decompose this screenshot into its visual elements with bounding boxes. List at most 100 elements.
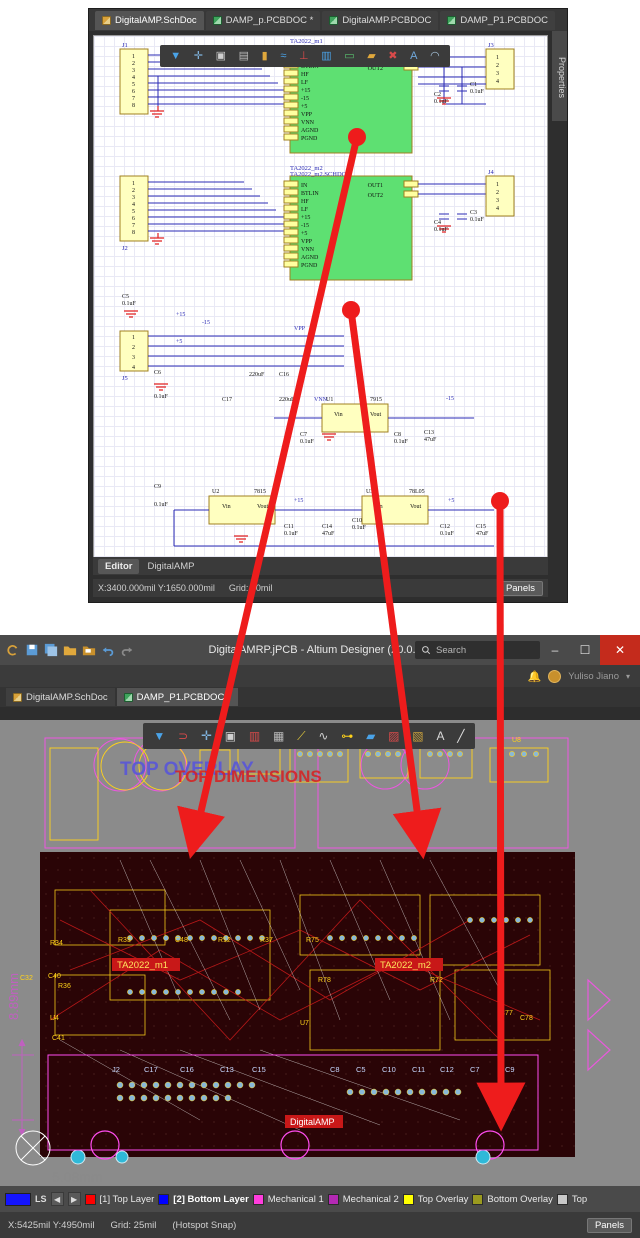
tab-damp-p1-pcbdoc[interactable]: DAMP_P1.PCBDOC: [440, 11, 555, 30]
magnet-snap-icon[interactable]: ⊃: [178, 729, 188, 743]
svg-text:5: 5: [132, 82, 135, 88]
tab-damp-p-pcbdoc[interactable]: DAMP_p.PCBDOC *: [206, 11, 321, 30]
schematic-doc-icon: [13, 693, 22, 702]
layer-tab-top-overlay[interactable]: Top Overlay: [403, 1194, 469, 1205]
schematic-toolbar[interactable]: ▼ ✛ ▣ ▤ ▮ ≈ ⊥ ▥ ▭ ▰ ✖ A ◠: [160, 45, 450, 67]
wire-icon[interactable]: ≈: [280, 51, 286, 62]
svg-text:C48: C48: [175, 937, 188, 944]
layer-tab-top-layer[interactable]: [1] Top Layer: [85, 1194, 155, 1205]
layer-next-button[interactable]: ▶: [68, 1192, 81, 1206]
align-icon[interactable]: ▤: [239, 51, 249, 62]
port-icon[interactable]: ▰: [367, 51, 375, 62]
board-cutout-icon[interactable]: ▦: [273, 729, 284, 743]
net-label-icon[interactable]: ⊥: [299, 51, 309, 62]
panels-button[interactable]: Panels: [498, 581, 543, 596]
layer-color-swatch: [557, 1194, 568, 1205]
notification-bell-icon[interactable]: 🔔: [528, 670, 542, 683]
user-name-label[interactable]: Yuliso Jiano: [568, 671, 619, 682]
text-icon[interactable]: A: [410, 51, 417, 62]
svg-text:R33: R33: [118, 937, 131, 944]
svg-text:Vin: Vin: [334, 412, 343, 418]
route-icon[interactable]: ⟋: [297, 729, 305, 744]
crosshair-place-icon[interactable]: ✛: [201, 728, 212, 744]
text-icon[interactable]: A: [436, 729, 444, 743]
svg-text:+15: +15: [294, 498, 303, 504]
pcb-canvas[interactable]: TOP OVERLAY TOP DIMENSIONS TA2022_m1 TA2…: [0, 720, 640, 1186]
svg-text:R37: R37: [260, 937, 273, 944]
svg-text:J3: J3: [488, 42, 494, 49]
select-area-icon[interactable]: ▣: [225, 729, 236, 743]
svg-text:+5: +5: [176, 339, 182, 345]
svg-text:C10: C10: [382, 1065, 396, 1074]
tab-digitalamp-pcbdoc[interactable]: DigitalAMP.PCBDOC: [322, 11, 438, 30]
layer-set-swatch[interactable]: [5, 1193, 31, 1206]
crosshair-place-icon[interactable]: ✛: [194, 51, 203, 62]
undo-icon[interactable]: [101, 643, 115, 657]
silk-top-dimensions: TOP DIMENSIONS: [175, 767, 322, 786]
tab-label: DAMP_P1.PCBDOC: [460, 15, 548, 26]
svg-text:1: 1: [496, 55, 499, 61]
layer-prev-button[interactable]: ◀: [51, 1192, 64, 1206]
layer-tab-mechanical-1[interactable]: Mechanical 1: [253, 1194, 324, 1205]
quick-access-toolbar[interactable]: [0, 643, 134, 657]
svg-text:U3: U3: [366, 489, 373, 495]
svg-text:BTLIN: BTLIN: [301, 191, 319, 197]
tab-digitalamp-schdoc[interactable]: DigitalAMP.SchDoc: [6, 688, 115, 706]
polygon-pour-icon[interactable]: ▰: [366, 729, 375, 743]
svg-text:0.1uF: 0.1uF: [284, 531, 299, 537]
tab-label: DAMP_P1.PCBDOC *: [137, 692, 231, 703]
svg-text:-15: -15: [202, 320, 210, 326]
svg-text:VPP: VPP: [301, 112, 313, 118]
save-icon[interactable]: [25, 643, 39, 657]
maximize-button[interactable]: ☐: [570, 635, 600, 665]
filter-icon[interactable]: ▼: [153, 729, 165, 743]
differential-pair-icon[interactable]: ∿: [318, 729, 328, 743]
chevron-down-icon[interactable]: ▾: [626, 672, 630, 681]
undo-circle-icon[interactable]: [6, 643, 20, 657]
measure-icon[interactable]: ▧: [412, 729, 423, 743]
line-icon[interactable]: ╱: [457, 729, 464, 743]
schematic-canvas[interactable]: J1 J2 J3 J4 J5 TA2022_m1 TA2022_m1.SCHDO…: [93, 35, 548, 560]
svg-text:OUT2: OUT2: [368, 193, 383, 199]
svg-text:J4: J4: [488, 169, 495, 176]
grid-value: Grid: 10mil: [229, 583, 273, 593]
layer-tab-bottom-layer[interactable]: [2] Bottom Layer: [158, 1194, 248, 1205]
svg-text:2: 2: [132, 61, 135, 67]
project-name-label: DigitalAMP: [147, 561, 194, 572]
bus-icon[interactable]: ▥: [321, 51, 331, 62]
panels-button[interactable]: Panels: [587, 1218, 632, 1233]
layer-tab-bottom-overlay[interactable]: Bottom Overlay: [472, 1194, 552, 1205]
editor-button[interactable]: Editor: [98, 559, 139, 574]
open-folder-icon[interactable]: [63, 643, 77, 657]
pcb-toolbar[interactable]: ▼ ⊃ ✛ ▣ ▥ ▦ ⟋ ∿ ⊶ ▰ ▨ ▧ A ╱: [143, 723, 475, 749]
via-icon[interactable]: ⊶: [341, 729, 353, 743]
tab-digitalamp-schdoc[interactable]: DigitalAMP.SchDoc: [95, 11, 204, 30]
layer-tab-mechanical-2[interactable]: Mechanical 2: [328, 1194, 399, 1205]
layer-tab-top[interactable]: Top: [557, 1194, 587, 1205]
redo-icon[interactable]: [120, 643, 134, 657]
svg-text:C15: C15: [476, 524, 486, 530]
svg-text:R72: R72: [430, 977, 443, 984]
sheet-symbol-icon[interactable]: ▭: [344, 51, 354, 62]
open-project-icon[interactable]: [82, 643, 96, 657]
svg-text:8: 8: [132, 230, 135, 236]
svg-text:Vin: Vin: [374, 504, 383, 510]
minimize-button[interactable]: –: [540, 635, 570, 665]
component-icon[interactable]: ▥: [249, 729, 260, 743]
select-area-icon[interactable]: ▣: [216, 51, 226, 62]
svg-text:C10: C10: [352, 518, 362, 524]
properties-panel-tab[interactable]: Properties: [552, 31, 567, 121]
dimension-icon[interactable]: ▨: [388, 729, 399, 743]
svg-text:47uF: 47uF: [424, 437, 437, 443]
filter-icon[interactable]: ▼: [170, 51, 181, 62]
save-all-icon[interactable]: [44, 643, 58, 657]
user-avatar[interactable]: [548, 670, 561, 683]
arc-icon[interactable]: ◠: [430, 51, 440, 62]
close-button[interactable]: ✕: [600, 635, 640, 665]
svg-text:0.1uF: 0.1uF: [394, 439, 409, 445]
tab-damp-p1-pcbdoc[interactable]: DAMP_P1.PCBDOC *: [117, 688, 238, 706]
no-erc-icon[interactable]: ✖: [388, 51, 397, 62]
search-input[interactable]: Search: [415, 641, 540, 659]
pcb-doc-icon: [447, 16, 456, 25]
component-icon[interactable]: ▮: [262, 51, 268, 62]
